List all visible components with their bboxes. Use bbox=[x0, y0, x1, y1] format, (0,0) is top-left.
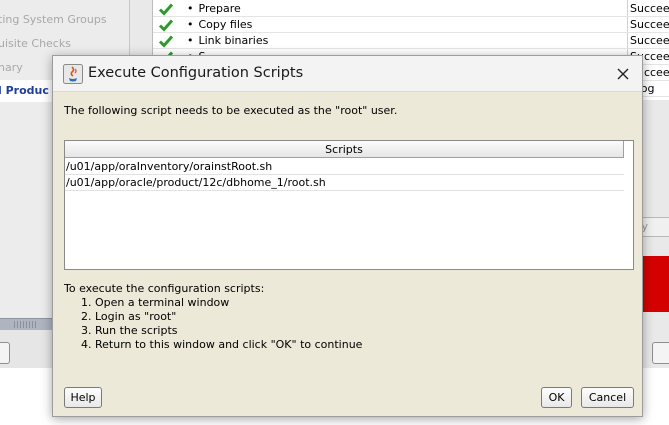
scripts-column-header[interactable]: Scripts bbox=[65, 141, 624, 158]
instruction-step: 3. Run the scripts bbox=[81, 324, 178, 337]
intro-text: The following script needs to be execute… bbox=[64, 104, 398, 117]
sidebar-step-system-groups[interactable]: ting System Groups bbox=[0, 9, 107, 31]
scripts-table[interactable]: Scripts /u01/app/oraInventory/orainstRoo… bbox=[64, 140, 634, 270]
dialog-title: Execute Configuration Scripts bbox=[88, 65, 304, 81]
table-row: Copy files Succee bbox=[153, 17, 669, 33]
sidebar-step-prerequisite-checks[interactable]: uisite Checks bbox=[0, 33, 71, 55]
success-check-icon bbox=[158, 18, 174, 32]
back-button[interactable] bbox=[0, 342, 10, 364]
ok-button[interactable]: OK bbox=[541, 387, 572, 408]
table-row: Prepare Succee bbox=[153, 1, 669, 17]
task-name: Link binaries bbox=[187, 34, 269, 47]
next-button[interactable] bbox=[652, 342, 669, 364]
script-row[interactable]: /u01/app/oraInventory/orainstRoot.sh bbox=[65, 159, 624, 175]
success-check-icon bbox=[158, 34, 174, 48]
error-indicator bbox=[642, 256, 669, 312]
task-name: Copy files bbox=[187, 18, 253, 31]
instruction-step: 1. Open a terminal window bbox=[81, 296, 230, 309]
sidebar-horizontal-scrollbar[interactable] bbox=[0, 318, 52, 330]
instructions-block: To execute the configuration scripts: 1.… bbox=[64, 282, 362, 352]
table-row: Link binaries Succee bbox=[153, 33, 669, 49]
instruction-step: 4. Return to this window and click "OK" … bbox=[81, 338, 363, 351]
scrollbar-grip-icon bbox=[14, 321, 36, 328]
task-status: Succee bbox=[630, 34, 669, 47]
sidebar-step-summary[interactable]: nary bbox=[0, 57, 23, 79]
task-name: Prepare bbox=[187, 2, 241, 15]
dialog-titlebar[interactable]: Execute Configuration Scripts bbox=[53, 56, 642, 92]
cancel-button[interactable]: Cancel bbox=[581, 387, 634, 408]
task-status: Succee bbox=[630, 2, 669, 15]
script-row[interactable]: /u01/app/oracle/product/12c/dbhome_1/roo… bbox=[65, 175, 624, 191]
execute-configuration-scripts-dialog: Execute Configuration Scripts The follow… bbox=[52, 55, 643, 417]
task-status: Succee bbox=[630, 18, 669, 31]
instructions-title: To execute the configuration scripts: bbox=[64, 282, 265, 295]
help-button[interactable]: Help bbox=[64, 387, 102, 408]
success-check-icon bbox=[158, 2, 174, 16]
instruction-step: 2. Login as "root" bbox=[81, 310, 177, 323]
java-app-icon bbox=[63, 64, 83, 84]
close-icon[interactable] bbox=[612, 63, 634, 85]
